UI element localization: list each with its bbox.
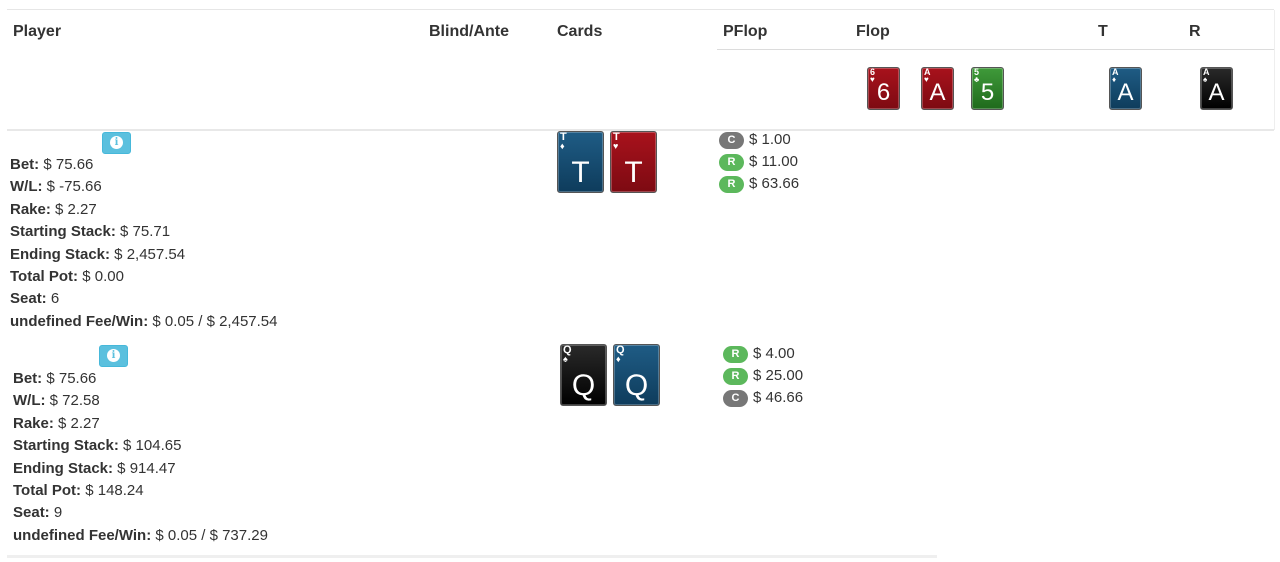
player-2-hole-card-1: Q ♠ Q [560,344,607,406]
call-badge: C [723,389,748,407]
stat-win-loss: W/L: $ 72.58 [13,392,100,410]
column-header-flop: Flop [856,23,890,40]
action-item: R $ 25.00 [723,365,803,387]
action-item: R $ 63.66 [719,173,799,195]
stat-rake: Rake: $ 2.27 [13,414,100,432]
stat-seat: Seat: 6 [10,290,60,308]
player-2-info-button[interactable]: i [99,345,128,367]
stat-starting-stack: Starting Stack: $ 75.71 [10,223,171,241]
flop-card-2: A ♥ A [921,67,954,110]
action-item: R $ 11.00 [719,151,799,173]
info-icon: i [110,136,123,149]
stat-ending-stack: Ending Stack: $ 914.47 [13,459,176,477]
column-header-player: Player [13,23,62,40]
street-header-divider [717,49,1274,50]
player-1-info-button[interactable]: i [102,132,131,154]
player-1-stats: Bet: $ 75.66 W/L: $ -75.66 Rake: $ 2.27 … [10,154,277,333]
flop-card-1: 6 ♥ 6 [867,67,900,110]
action-item: R $ 4.00 [723,343,803,365]
column-header-river: R [1189,23,1201,40]
player-1-hole-card-1: T ♦ T [557,131,604,193]
player-1-hole-card-2: T ♥ T [610,131,657,193]
river-card: A ♠ A [1200,67,1233,110]
turn-card: A ♦ A [1109,67,1142,110]
stat-total-pot: Total Pot: $ 0.00 [10,268,124,286]
stat-bet: Bet: $ 75.66 [13,370,97,387]
player-1-preflop-actions: C $ 1.00 R $ 11.00 R $ 63.66 [719,129,799,195]
column-header-preflop: PFlop [723,23,768,40]
action-item: C $ 46.66 [723,387,803,409]
info-icon: i [107,349,120,362]
raise-badge: R [719,175,744,193]
player-2-preflop-actions: R $ 4.00 R $ 25.00 C $ 46.66 [723,343,803,409]
stat-fee-win: undefined Fee/Win: $ 0.05 / $ 2,457.54 [10,312,278,330]
stat-total-pot: Total Pot: $ 148.24 [13,482,144,500]
stat-win-loss: W/L: $ -75.66 [10,178,102,196]
raise-badge: R [719,153,744,171]
column-header-blind-ante: Blind/Ante [429,23,509,40]
stat-ending-stack: Ending Stack: $ 2,457.54 [10,245,186,263]
action-item: C $ 1.00 [719,129,799,151]
column-header-turn: T [1098,23,1108,40]
stat-bet: Bet: $ 75.66 [10,156,94,173]
raise-badge: R [723,367,748,385]
call-badge: C [719,131,744,149]
raise-badge: R [723,345,748,363]
column-header-cards: Cards [557,23,603,40]
stat-fee-win: undefined Fee/Win: $ 0.05 / $ 737.29 [13,526,268,544]
table-bottom-border [7,555,937,558]
stat-rake: Rake: $ 2.27 [10,200,97,218]
table-top-border [7,9,1274,10]
player-2-hole-card-2: Q ♦ Q [613,344,660,406]
stat-starting-stack: Starting Stack: $ 104.65 [13,437,182,455]
player-2-stats: Bet: $ 75.66 W/L: $ 72.58 Rake: $ 2.27 S… [13,368,268,547]
stat-seat: Seat: 9 [13,504,63,522]
flop-card-3: 5 ♣ 5 [971,67,1004,110]
header-right-border [1274,10,1275,130]
